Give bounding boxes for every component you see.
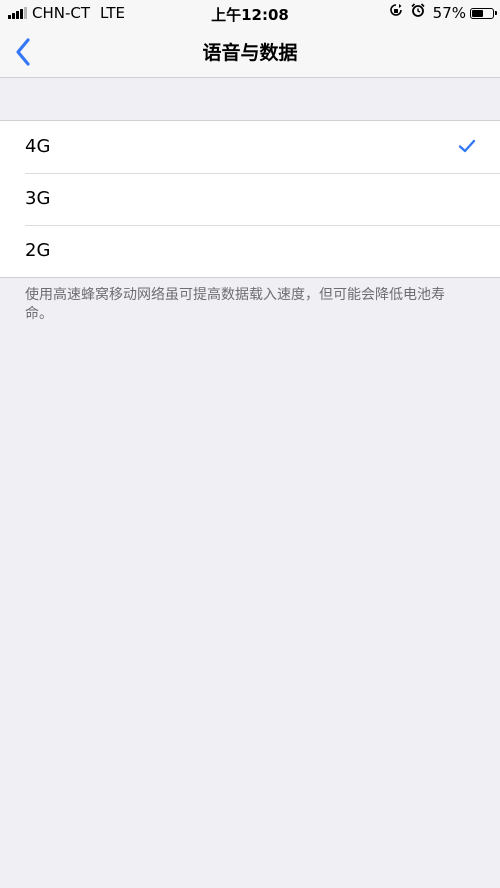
footer-description: 使用高速蜂窝移动网络虽可提高数据载入速度，但可能会降低电池寿命。 bbox=[25, 287, 445, 322]
battery-icon bbox=[470, 7, 497, 19]
option-label: 3G bbox=[25, 188, 51, 209]
rotation-lock-icon bbox=[389, 3, 403, 23]
option-3g[interactable]: 3G bbox=[0, 173, 500, 225]
battery-fill bbox=[472, 9, 484, 17]
option-label: 2G bbox=[25, 240, 51, 261]
battery-percent: 57% bbox=[432, 4, 466, 22]
status-right: 57% bbox=[389, 3, 497, 23]
option-4g[interactable]: 4G bbox=[0, 121, 500, 173]
navigation-bar: 语音与数据 bbox=[0, 26, 500, 78]
status-bar: CHN-CT LTE 上午12:08 57% bbox=[0, 0, 500, 26]
option-label: 4G bbox=[25, 136, 51, 157]
option-2g[interactable]: 2G bbox=[0, 225, 500, 277]
checkmark-icon bbox=[458, 139, 476, 153]
page-title: 语音与数据 bbox=[202, 42, 298, 64]
network-options-list: 4G 3G 2G bbox=[0, 120, 500, 278]
alarm-icon bbox=[411, 3, 425, 23]
